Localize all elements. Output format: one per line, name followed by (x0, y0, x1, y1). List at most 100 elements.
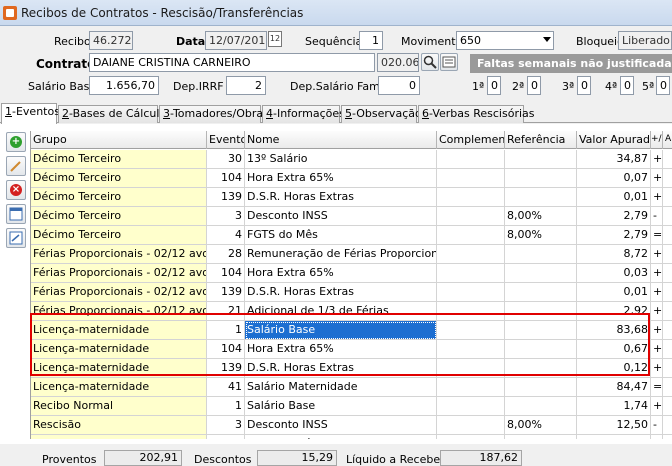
cell-evento[interactable]: 4 (207, 435, 245, 439)
table-row[interactable]: Décimo Terceiro 4 FGTS do Mês 8,00% 2,79 = (31, 226, 672, 245)
cell-complemento[interactable] (437, 188, 505, 207)
cell-evento[interactable]: 139 (207, 359, 245, 378)
cell-sinal[interactable]: + (651, 245, 663, 264)
table-row[interactable]: Rescisão 3 Desconto INSS 8,00% 12,50- (31, 416, 672, 435)
cell-valor[interactable]: 2,79 (577, 226, 651, 245)
cell-nome[interactable]: Desconto INSS (245, 416, 437, 435)
cell-referencia[interactable]: 8,00% (505, 416, 577, 435)
cell-nome[interactable]: Salário Base (245, 321, 437, 340)
cell-a[interactable] (663, 226, 672, 245)
cell-valor[interactable]: 0,03 (577, 264, 651, 283)
col-evento[interactable]: Evento (207, 131, 245, 149)
cell-grupo[interactable]: Rescisão (31, 435, 207, 439)
table-row[interactable]: Licença-maternidade 104 Hora Extra 65% 0,67… (31, 340, 672, 359)
table-row[interactable]: Décimo Terceiro 30 13º Salário 34,87 + (31, 150, 672, 169)
cell-sinal[interactable]: + (651, 264, 663, 283)
cell-complemento[interactable] (437, 435, 505, 439)
table-row[interactable]: Décimo Terceiro 3 Desconto INSS 8,00% 2,79- (31, 207, 672, 226)
cell-complemento[interactable] (437, 302, 505, 321)
cell-valor[interactable]: 2,79 (577, 207, 651, 226)
cell-a[interactable] (663, 397, 672, 416)
cell-nome[interactable]: Salário Base (245, 397, 437, 416)
cell-valor[interactable]: 0,01 (577, 188, 651, 207)
cell-valor[interactable]: 0,07 (577, 169, 651, 188)
cell-complemento[interactable] (437, 321, 505, 340)
cell-a[interactable] (663, 264, 672, 283)
cell-valor[interactable]: 0,12 (577, 359, 651, 378)
tab-informacoes[interactable]: 4-Informações (262, 105, 345, 123)
cell-referencia[interactable]: 8,00% (505, 435, 577, 439)
cell-complemento[interactable] (437, 283, 505, 302)
cell-valor[interactable]: 12,50 (577, 435, 651, 439)
cell-evento[interactable]: 1 (207, 321, 245, 340)
dep-irrf-field[interactable]: 2 (226, 76, 266, 95)
cell-complemento[interactable] (437, 169, 505, 188)
cell-referencia[interactable] (505, 397, 577, 416)
cell-referencia[interactable] (505, 359, 577, 378)
tab-eventos[interactable]: 1-Eventos (1, 103, 60, 124)
delete-icon[interactable]: × (6, 180, 26, 200)
cell-sinal[interactable]: + (651, 321, 663, 340)
cell-evento[interactable]: 41 (207, 378, 245, 397)
cell-sinal[interactable]: + (651, 283, 663, 302)
cell-referencia[interactable] (505, 169, 577, 188)
cell-referencia[interactable]: 8,00% (505, 226, 577, 245)
edit-icon[interactable] (6, 156, 26, 176)
dep-salfam-field[interactable]: 0 (378, 76, 420, 95)
col-valor-apurado[interactable]: Valor Apurado (577, 131, 651, 149)
table-row[interactable]: Licença-maternidade 139 D.S.R. Horas Extra… (31, 359, 672, 378)
cell-grupo[interactable]: Licença-maternidade (31, 340, 207, 359)
cell-valor[interactable]: 2,92 (577, 302, 651, 321)
col-nome[interactable]: Nome (245, 131, 437, 149)
cell-grupo[interactable]: Décimo Terceiro (31, 188, 207, 207)
chevron-down-icon[interactable] (543, 37, 551, 42)
card-icon[interactable] (440, 53, 458, 71)
cell-a[interactable] (663, 378, 672, 397)
contrato-code-field[interactable]: 020.063 (377, 53, 419, 72)
data-field[interactable]: 12/07/2019 (205, 31, 267, 50)
cell-sinal[interactable]: + (651, 188, 663, 207)
cell-complemento[interactable] (437, 207, 505, 226)
table-row[interactable]: Licença-maternidade 1 Salário Base 83,68 + (31, 321, 672, 340)
col-grupo[interactable]: Grupo (31, 131, 207, 149)
cell-valor[interactable]: 1,74 (577, 397, 651, 416)
tab-tomadores-obras[interactable]: 3-Tomadores/Obras (159, 105, 269, 123)
cell-nome[interactable]: D.S.R. Horas Extras (245, 359, 437, 378)
search-icon[interactable] (421, 53, 439, 71)
cell-sinal[interactable]: + (651, 397, 663, 416)
week-1-field[interactable]: 0 (487, 76, 501, 95)
cell-a[interactable] (663, 359, 672, 378)
cell-a[interactable] (663, 340, 672, 359)
cell-nome[interactable]: Hora Extra 65% (245, 264, 437, 283)
cell-nome[interactable]: Adicional de 1/3 de Férias (245, 302, 437, 321)
cell-evento[interactable]: 21 (207, 302, 245, 321)
cell-grupo[interactable]: Licença-maternidade (31, 378, 207, 397)
cell-grupo[interactable]: Recibo Normal (31, 397, 207, 416)
cell-referencia[interactable] (505, 283, 577, 302)
cell-complemento[interactable] (437, 416, 505, 435)
movimento-select[interactable]: 650 (456, 31, 554, 50)
cell-a[interactable] (663, 188, 672, 207)
week-5-field[interactable]: 0 (656, 76, 670, 95)
table-row[interactable]: Recibo Normal 1 Salário Base 1,74 + (31, 397, 672, 416)
cell-a[interactable] (663, 169, 672, 188)
cell-grupo[interactable]: Férias Proporcionais - 02/12 avos (31, 283, 207, 302)
cell-sinal[interactable]: = (651, 378, 663, 397)
cell-evento[interactable]: 139 (207, 188, 245, 207)
table-row[interactable]: Férias Proporcionais - 02/12 avos 139 D.S.… (31, 283, 672, 302)
cell-valor[interactable]: 12,50 (577, 416, 651, 435)
cell-referencia[interactable] (505, 340, 577, 359)
cell-nome[interactable]: D.S.R. Horas Extras (245, 283, 437, 302)
cell-grupo[interactable]: Décimo Terceiro (31, 226, 207, 245)
cell-referencia[interactable] (505, 378, 577, 397)
cell-a[interactable] (663, 302, 672, 321)
cell-sinal[interactable]: + (651, 340, 663, 359)
cell-valor[interactable]: 0,01 (577, 283, 651, 302)
cell-complemento[interactable] (437, 397, 505, 416)
cell-grupo[interactable]: Décimo Terceiro (31, 207, 207, 226)
cell-a[interactable] (663, 435, 672, 439)
calendar-icon[interactable]: 12 (268, 31, 282, 47)
contrato-name-field[interactable]: DAIANE CRISTINA CARNEIRO (89, 53, 375, 72)
cell-sinal[interactable]: = (651, 435, 663, 439)
cell-grupo[interactable]: Férias Proporcionais - 02/12 avos (31, 302, 207, 321)
